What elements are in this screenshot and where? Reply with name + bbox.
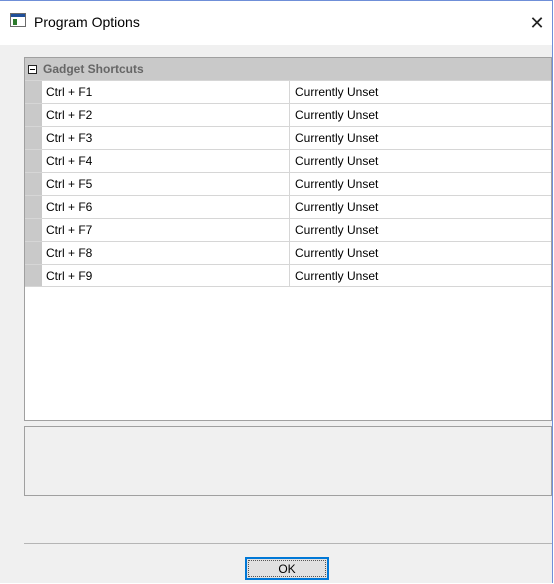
property-row[interactable]: Ctrl + F2 Currently Unset — [25, 103, 551, 126]
property-name[interactable]: Ctrl + F3 — [42, 127, 290, 149]
property-value[interactable]: Currently Unset — [290, 242, 551, 264]
property-row[interactable]: Ctrl + F1 Currently Unset — [25, 80, 551, 103]
row-gutter — [25, 150, 42, 172]
row-gutter — [25, 242, 42, 264]
property-name[interactable]: Ctrl + F9 — [42, 265, 290, 286]
property-row[interactable]: Ctrl + F6 Currently Unset — [25, 195, 551, 218]
row-gutter — [25, 127, 42, 149]
property-name[interactable]: Ctrl + F7 — [42, 219, 290, 241]
property-value[interactable]: Currently Unset — [290, 104, 551, 126]
property-row[interactable]: Ctrl + F3 Currently Unset — [25, 126, 551, 149]
property-value[interactable]: Currently Unset — [290, 219, 551, 241]
property-value[interactable]: Currently Unset — [290, 81, 551, 103]
property-name[interactable]: Ctrl + F8 — [42, 242, 290, 264]
close-icon: ✕ — [529, 12, 545, 33]
row-gutter — [25, 104, 42, 126]
focus-rectangle — [248, 560, 326, 577]
property-row[interactable]: Ctrl + F8 Currently Unset — [25, 241, 551, 264]
property-name[interactable]: Ctrl + F5 — [42, 173, 290, 195]
footer-divider — [24, 543, 552, 544]
ok-button[interactable]: OK — [245, 557, 329, 580]
row-gutter — [25, 81, 42, 103]
category-row-gadget-shortcuts[interactable]: Gadget Shortcuts — [25, 58, 551, 80]
property-name[interactable]: Ctrl + F1 — [42, 81, 290, 103]
property-name[interactable]: Ctrl + F4 — [42, 150, 290, 172]
close-button[interactable]: ✕ — [522, 1, 552, 45]
row-gutter — [25, 173, 42, 195]
property-grid[interactable]: Gadget Shortcuts Ctrl + F1 Currently Uns… — [24, 57, 552, 421]
application-window-icon — [10, 13, 26, 27]
property-row[interactable]: Ctrl + F4 Currently Unset — [25, 149, 551, 172]
row-gutter — [25, 265, 42, 286]
property-value[interactable]: Currently Unset — [290, 196, 551, 218]
app-icon-accent — [13, 19, 17, 25]
category-label: Gadget Shortcuts — [43, 62, 144, 76]
property-value[interactable]: Currently Unset — [290, 150, 551, 172]
row-gutter — [25, 219, 42, 241]
property-row[interactable]: Ctrl + F5 Currently Unset — [25, 172, 551, 195]
property-name[interactable]: Ctrl + F2 — [42, 104, 290, 126]
description-pane — [24, 426, 552, 496]
title-bar[interactable]: Program Options ✕ — [0, 1, 552, 45]
collapse-minus-icon[interactable] — [28, 64, 37, 74]
row-gutter — [25, 196, 42, 218]
program-options-dialog: Program Options ✕ Gadget Shortcuts Ctrl … — [0, 0, 553, 583]
app-icon-titlebar-stripe — [11, 14, 25, 17]
property-value[interactable]: Currently Unset — [290, 265, 551, 286]
window-title: Program Options — [34, 14, 140, 30]
property-value[interactable]: Currently Unset — [290, 173, 551, 195]
property-row[interactable]: Ctrl + F7 Currently Unset — [25, 218, 551, 241]
property-name[interactable]: Ctrl + F6 — [42, 196, 290, 218]
property-value[interactable]: Currently Unset — [290, 127, 551, 149]
property-row[interactable]: Ctrl + F9 Currently Unset — [25, 264, 551, 287]
